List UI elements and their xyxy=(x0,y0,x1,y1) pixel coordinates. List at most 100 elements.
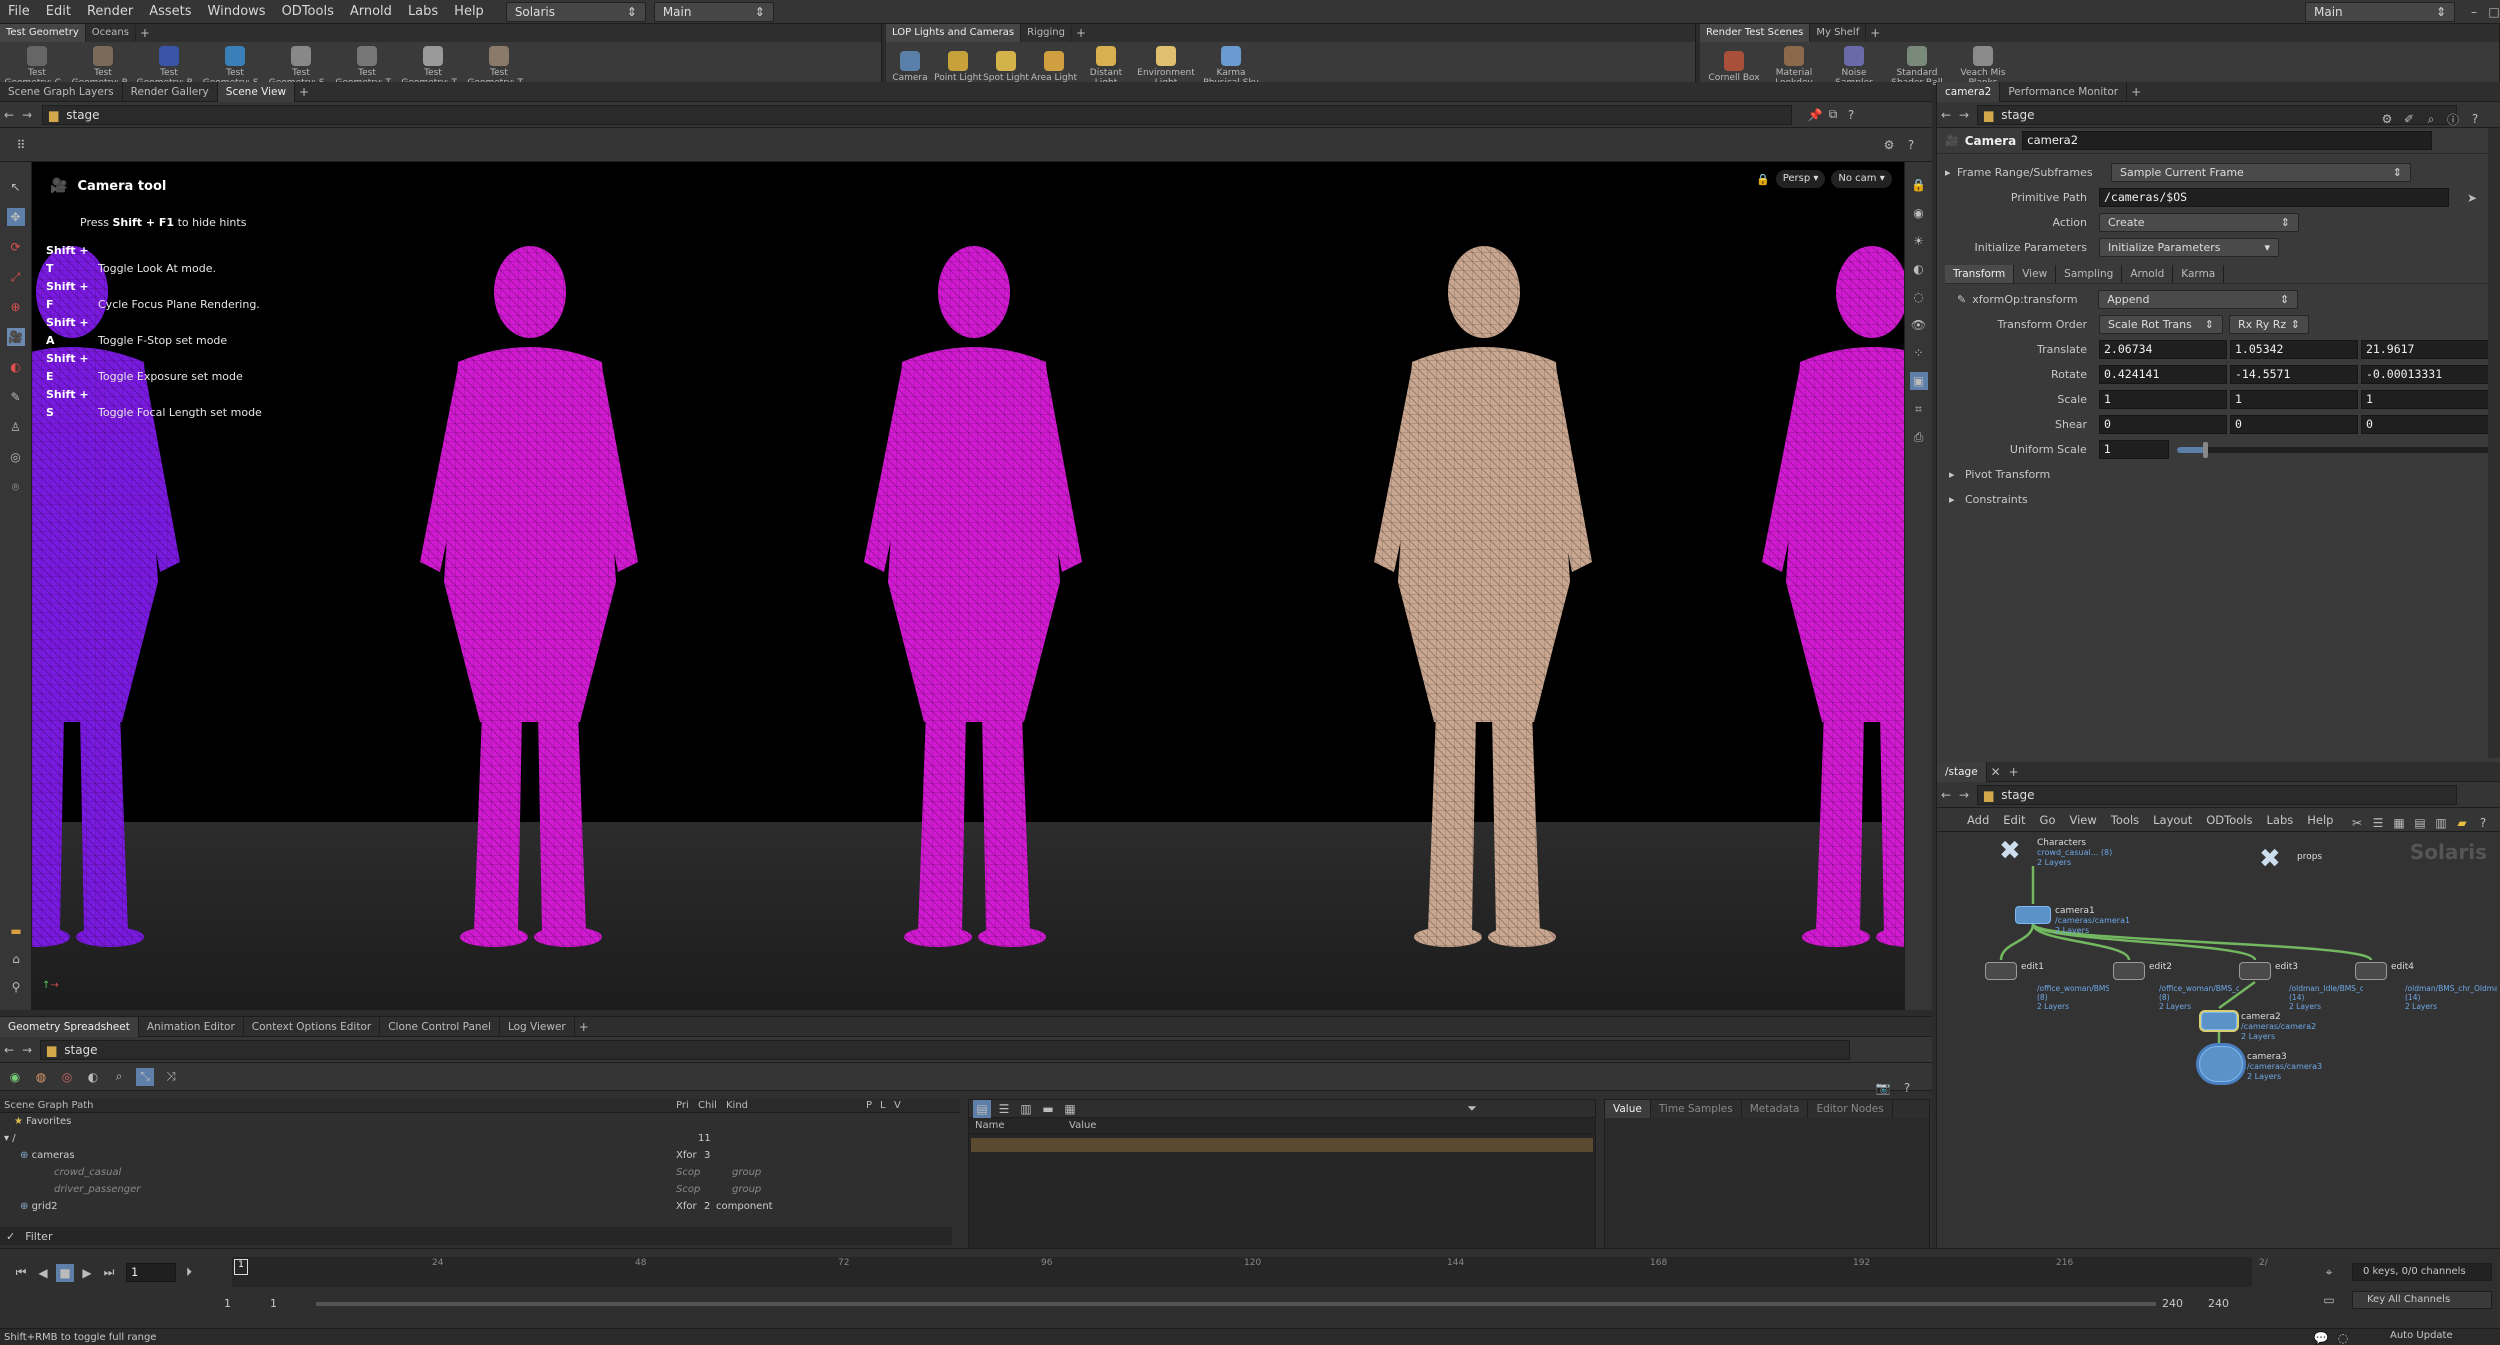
view-tool-icon[interactable]: ◎ xyxy=(7,448,25,466)
network-path[interactable]: ▆ stage xyxy=(1977,784,2457,805)
sticky-icon[interactable]: ▰ xyxy=(2453,814,2471,832)
net-menu-add[interactable]: Add xyxy=(1967,813,1989,827)
param-scrollbar[interactable] xyxy=(2488,128,2500,758)
shear-x-field[interactable]: 0 xyxy=(2099,415,2227,434)
desktop-dropdown[interactable]: Solaris ⇕ xyxy=(505,1,646,22)
transform-tool-icon[interactable]: ⊕ xyxy=(7,298,25,316)
network-canvas[interactable]: Solaris ✖ Characters crowd_casual... (8) 2… xyxy=(1937,832,2500,1248)
cook-icon[interactable]: ◌ xyxy=(2334,1329,2352,1345)
tool-cornell-box[interactable]: Cornell Box xyxy=(1704,47,1764,83)
display-options-icon[interactable]: ◉ xyxy=(1910,204,1928,222)
add-tab-icon[interactable]: + xyxy=(575,1018,593,1036)
visibility-icon[interactable]: 👁 xyxy=(1910,316,1928,334)
net-menu-odtools[interactable]: ODTools xyxy=(2206,813,2252,827)
node-edit2[interactable]: edit2 xyxy=(2113,962,2172,980)
expand-icon[interactable]: ⤨ xyxy=(162,1068,180,1086)
node-camera1[interactable]: camera1/cameras/camera1 2 Layers xyxy=(2015,906,2130,936)
subtab-arnold[interactable]: Arnold xyxy=(2122,264,2174,283)
back-icon[interactable]: ← xyxy=(0,106,18,124)
tool-camera[interactable]: Camera xyxy=(886,47,934,83)
translate-y-field[interactable]: 1.05342 xyxy=(2230,340,2358,359)
uniform-scale-handle[interactable] xyxy=(2202,441,2208,458)
forward-icon[interactable]: → xyxy=(1955,786,1973,804)
tab-scene-graph-layers[interactable]: Scene Graph Layers xyxy=(0,81,123,102)
menu-file[interactable]: File xyxy=(0,0,38,24)
help-icon[interactable]: ? xyxy=(2466,110,2484,128)
link-icon[interactable]: ⧉ xyxy=(1824,106,1842,124)
lock-camera-icon[interactable]: 🔒 xyxy=(1910,176,1928,194)
pose-tool-icon[interactable]: ♙ xyxy=(7,418,25,436)
shelf-tab-render-test[interactable]: Render Test Scenes xyxy=(1700,24,1811,42)
add-shelf-icon[interactable]: + xyxy=(1866,24,1884,42)
tab-animation-editor[interactable]: Animation Editor xyxy=(139,1016,244,1037)
subtab-transform[interactable]: Transform xyxy=(1945,264,2015,283)
spreadsheet-path[interactable]: ▆ stage xyxy=(40,1039,1850,1060)
scene-graph-icon[interactable]: ◉ xyxy=(6,1068,24,1086)
tab-value[interactable]: Value xyxy=(1605,1100,1651,1118)
ghost-icon[interactable]: ◌ xyxy=(1910,288,1928,306)
node-edit4[interactable]: edit4 xyxy=(2355,962,2414,980)
tool-area-light[interactable]: Area Light xyxy=(1030,47,1078,83)
tab-camera2[interactable]: camera2 xyxy=(1937,81,2001,102)
paint-tool-icon[interactable]: ✎ xyxy=(7,388,25,406)
jump-end-icon[interactable]: ⏭ xyxy=(100,1264,118,1282)
collection-icon[interactable]: ◎ xyxy=(58,1068,76,1086)
shelf-tab-lights-cameras[interactable]: LOP Lights and Cameras xyxy=(886,24,1022,42)
columns-view-icon[interactable]: ▥ xyxy=(1017,1100,1035,1118)
node-edit3[interactable]: edit3 xyxy=(2239,962,2298,980)
forward-icon[interactable]: → xyxy=(18,1041,36,1059)
node-name-field[interactable]: camera2 xyxy=(2022,131,2433,150)
keyframe-icon[interactable]: ⌖ xyxy=(2320,1263,2338,1281)
net-menu-tools[interactable]: Tools xyxy=(2111,813,2139,827)
tab-performance-monitor[interactable]: Performance Monitor xyxy=(2000,81,2128,102)
tool-point-light[interactable]: Point Light xyxy=(934,47,982,83)
net-menu-help[interactable]: Help xyxy=(2307,813,2333,827)
net-menu-edit[interactable]: Edit xyxy=(2003,813,2025,827)
tab-render-gallery[interactable]: Render Gallery xyxy=(123,81,218,102)
shelf-tab-rigging[interactable]: Rigging xyxy=(1021,24,1072,42)
shelf-tab-test-geometry[interactable]: Test Geometry xyxy=(0,24,86,42)
tree-row-favorites[interactable]: ★ Favorites xyxy=(0,1113,960,1130)
info-icon[interactable]: ⓘ xyxy=(2444,110,2462,128)
scale-z-field[interactable]: 1 xyxy=(2361,390,2489,409)
help-icon[interactable]: ? xyxy=(1902,136,1920,154)
grid-view-icon[interactable]: ▦ xyxy=(2390,814,2408,832)
menu-help[interactable]: Help xyxy=(446,0,492,24)
add-shelf-icon[interactable]: + xyxy=(1072,24,1090,42)
chat-icon[interactable]: 💬 xyxy=(2312,1329,2330,1345)
tab-metadata[interactable]: Metadata xyxy=(1742,1100,1809,1118)
auto-update-menu[interactable]: Auto Update xyxy=(2390,1330,2453,1341)
step-icon[interactable]: ⏵ xyxy=(180,1264,198,1282)
node-props[interactable]: ✖ props xyxy=(2259,846,2322,874)
flatten-icon[interactable]: ⤡ xyxy=(136,1067,154,1086)
scale-x-field[interactable]: 1 xyxy=(2099,390,2227,409)
play-reverse-icon[interactable]: ◀ xyxy=(34,1264,52,1282)
search-icon[interactable]: ⌕ xyxy=(2422,110,2440,128)
maximize-icon[interactable]: □ xyxy=(2485,3,2500,21)
add-tab-icon[interactable]: + xyxy=(2127,83,2145,101)
pivot-transform-folder[interactable]: Pivot Transform xyxy=(1965,468,2050,481)
rotate-order-menu[interactable]: Rx Ry Rz ⇕ xyxy=(2229,315,2309,334)
xform-menu[interactable]: Append ⇕ xyxy=(2098,290,2299,309)
grid-view-icon[interactable]: ▦ xyxy=(1061,1100,1079,1118)
brush-icon[interactable]: ✐ xyxy=(2400,110,2418,128)
help-icon[interactable]: ? xyxy=(1898,1079,1916,1097)
camera-snapshot-icon[interactable]: 📷 xyxy=(1874,1079,1892,1097)
move-tool-icon[interactable]: ✥ xyxy=(6,208,25,226)
node-camera2[interactable]: camera2/cameras/camera2 2 Layers xyxy=(2201,1012,2316,1042)
range-slider[interactable] xyxy=(316,1301,2156,1306)
net-menu-go[interactable]: Go xyxy=(2040,813,2056,827)
shear-z-field[interactable]: 0 xyxy=(2361,415,2489,434)
tool-spot-light[interactable]: Spot Light xyxy=(982,47,1030,83)
uniform-scale-field[interactable]: 1 xyxy=(2098,440,2169,459)
wire-icon[interactable]: ⌗ xyxy=(1910,400,1928,418)
filter-icon[interactable]: ⏷ xyxy=(1463,1100,1481,1118)
tile-view-icon[interactable]: ▤ xyxy=(2411,814,2429,832)
filter-bar[interactable]: ✓ Filter xyxy=(0,1227,952,1245)
light-icon[interactable]: ☀ xyxy=(1910,232,1928,250)
frame-cursor[interactable]: 1 xyxy=(234,1259,248,1275)
back-icon[interactable]: ← xyxy=(1937,106,1955,124)
help-icon[interactable]: ? xyxy=(1842,106,1860,124)
rows-view-icon[interactable]: ▬ xyxy=(1039,1100,1057,1118)
scale-tool-icon[interactable]: ⤢ xyxy=(7,268,25,286)
